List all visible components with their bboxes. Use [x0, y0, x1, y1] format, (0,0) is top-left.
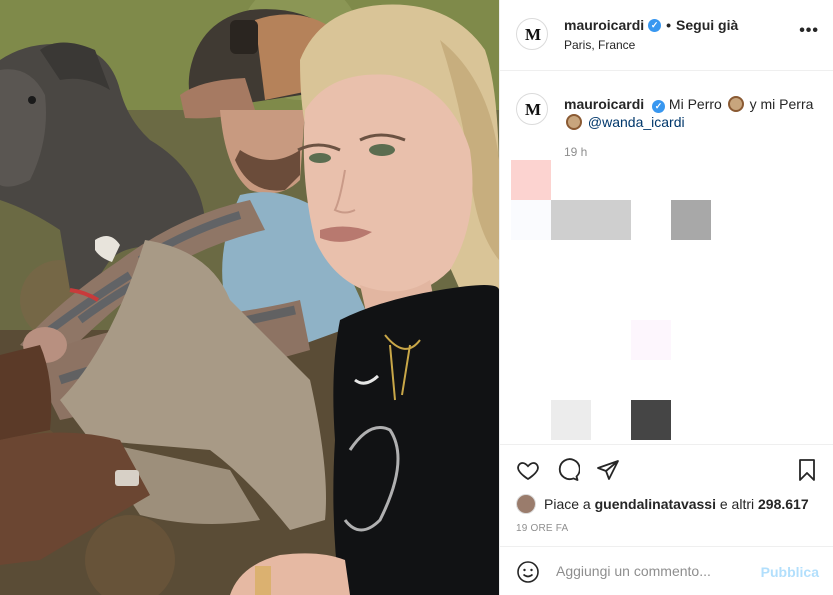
- artifact-block: [511, 200, 551, 240]
- post-location[interactable]: Paris, France: [564, 38, 635, 52]
- caption-area: M mauroicardi ✓ Mi Perro y mi Perra @wan…: [500, 71, 833, 444]
- artifact-block: [631, 320, 671, 360]
- author-username[interactable]: mauroicardi: [564, 17, 644, 33]
- more-horizontal-icon[interactable]: •••: [799, 22, 819, 40]
- avatar-monogram: M: [524, 99, 541, 119]
- caption-timestamp: 19 h: [564, 145, 588, 159]
- comment-bar: Pubblica: [500, 546, 833, 595]
- author-avatar[interactable]: M: [516, 18, 548, 50]
- verified-badge-icon: ✓: [648, 18, 662, 32]
- post-side-panel: M mauroicardi ✓ • Segui già Paris, Franc…: [499, 0, 833, 595]
- caption-avatar[interactable]: M: [516, 93, 548, 125]
- dog-emoji-icon: [727, 96, 744, 112]
- liker-avatar[interactable]: [516, 494, 536, 514]
- smiley-icon[interactable]: [516, 560, 540, 584]
- post-actions: Piace a guendalinatavassi e altri 298.61…: [500, 444, 833, 555]
- heart-icon[interactable]: [516, 458, 540, 482]
- post-caption: mauroicardi ✓ Mi Perro y mi Perra @wanda…: [564, 95, 814, 131]
- paper-plane-icon[interactable]: [596, 458, 620, 482]
- publish-button[interactable]: Pubblica: [761, 564, 819, 580]
- comment-icon[interactable]: [556, 458, 580, 482]
- separator-dot: •: [666, 17, 672, 33]
- follow-status-button[interactable]: Segui già: [676, 17, 738, 33]
- caption-text-part1: Mi Perro: [668, 96, 722, 112]
- dog-emoji-icon: [566, 114, 582, 130]
- artifact-block: [671, 200, 711, 240]
- liker-username[interactable]: guendalinatavassi: [595, 496, 716, 512]
- bookmark-icon[interactable]: [795, 458, 819, 482]
- post-photo[interactable]: [0, 0, 499, 595]
- comment-input[interactable]: [556, 559, 756, 583]
- post-header: M mauroicardi ✓ • Segui già Paris, Franc…: [500, 0, 833, 71]
- post-time-ago[interactable]: 19 ORE FA: [516, 523, 568, 534]
- photo-illustration: [0, 0, 499, 595]
- artifact-block: [631, 400, 671, 440]
- avatar-monogram: M: [524, 24, 541, 44]
- caption-username[interactable]: mauroicardi: [564, 96, 644, 112]
- artifact-block: [551, 200, 631, 240]
- likes-middle: e altri: [719, 496, 755, 512]
- artifact-block: [551, 400, 591, 440]
- verified-badge-icon: ✓: [652, 99, 666, 113]
- caption-mention-link[interactable]: @wanda_icardi: [588, 114, 685, 130]
- likes-prefix: Piace a: [544, 496, 591, 512]
- artifact-block: [511, 160, 551, 200]
- likes-count[interactable]: 298.617: [758, 496, 809, 512]
- likes-summary: Piace a guendalinatavassi e altri 298.61…: [516, 494, 809, 514]
- author-line: mauroicardi ✓ • Segui già: [564, 17, 738, 33]
- caption-text-part2: y mi Perra: [749, 96, 814, 112]
